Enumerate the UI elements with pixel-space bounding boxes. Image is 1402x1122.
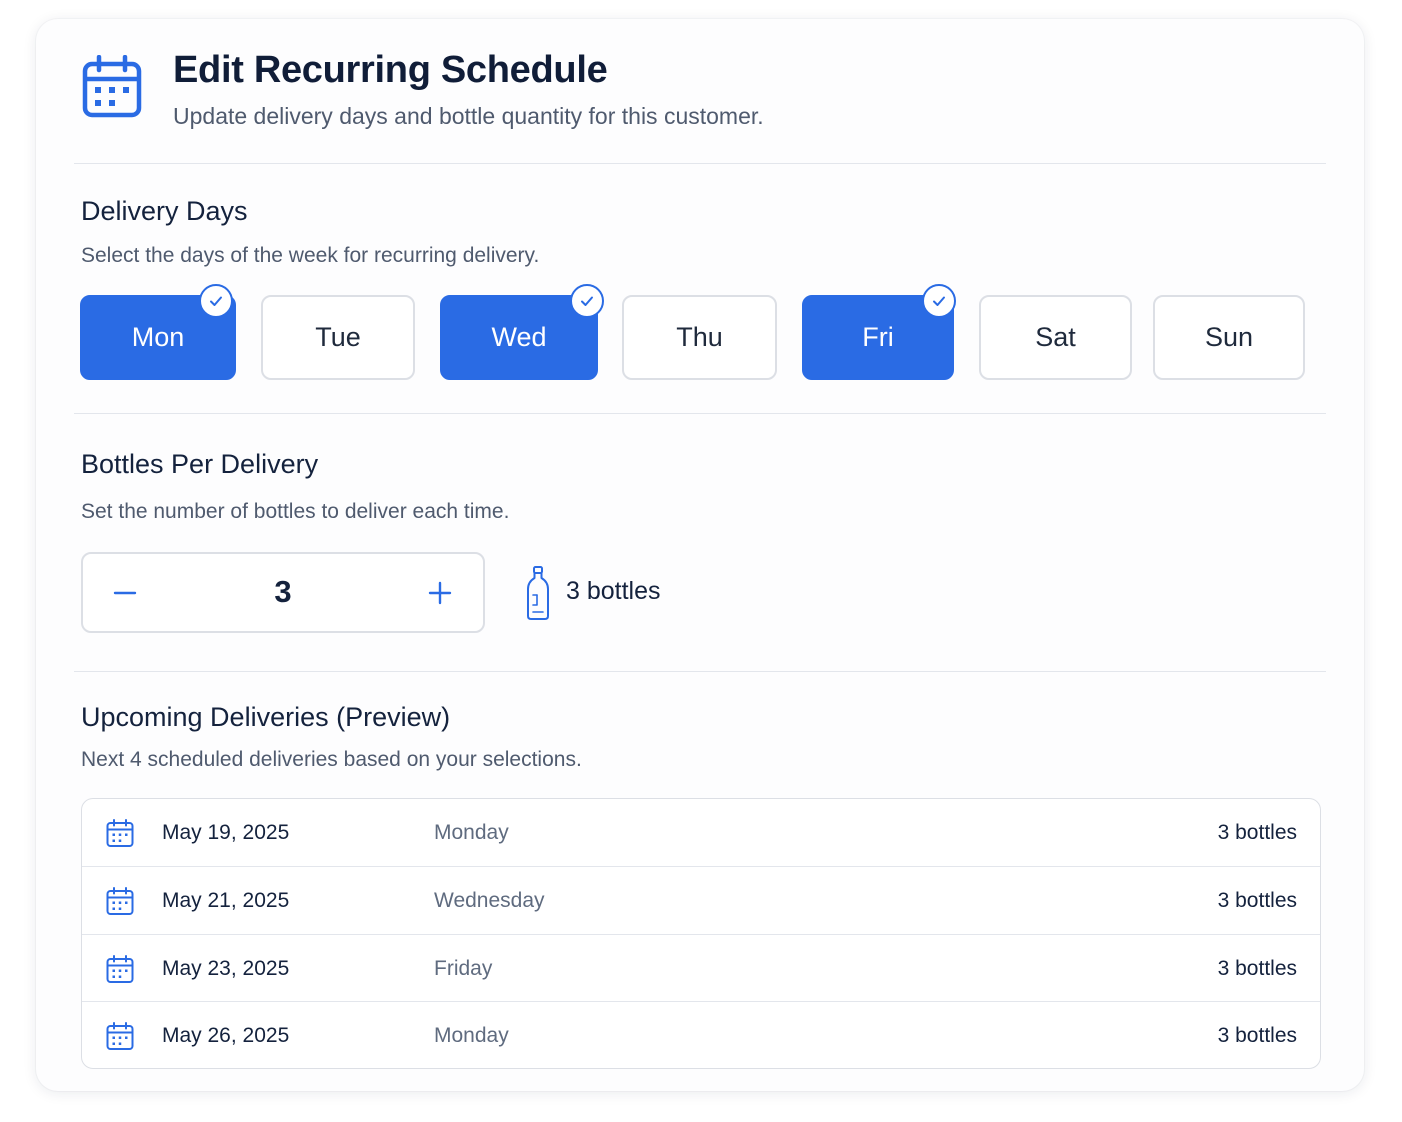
day-label: Sun <box>1204 322 1254 352</box>
delivery-weekday: Monday <box>434 821 509 844</box>
increment-button[interactable] <box>415 568 465 618</box>
divider <box>74 163 1326 164</box>
delivery-days-description: Select the days of the week for recurrin… <box>81 244 540 267</box>
delivery-weekday: Wednesday <box>434 889 545 912</box>
divider <box>74 413 1326 414</box>
decrement-button[interactable] <box>100 568 150 618</box>
minus-icon <box>113 591 137 595</box>
calendar-icon <box>106 819 134 847</box>
page-title: Edit Recurring Schedule <box>173 49 608 91</box>
quantity-stepper: 3 <box>81 552 485 633</box>
delivery-quantity: 3 bottles <box>1217 957 1297 980</box>
day-toggle-sun[interactable]: Sun <box>1153 295 1305 380</box>
page-subtitle: Update delivery days and bottle quantity… <box>173 103 764 129</box>
delivery-weekday: Monday <box>434 1024 509 1047</box>
delivery-date: May 19, 2025 <box>162 821 290 844</box>
check-icon <box>199 284 233 318</box>
delivery-date: May 23, 2025 <box>162 957 290 980</box>
day-label: Mon <box>131 322 185 352</box>
table-row: May 21, 2025 Wednesday 3 bottles <box>82 866 1320 933</box>
table-row: May 26, 2025 Monday 3 bottles <box>82 1001 1320 1068</box>
day-label: Thu <box>676 322 723 352</box>
day-label: Tue <box>315 322 361 352</box>
delivery-date: May 21, 2025 <box>162 889 290 912</box>
delivery-weekday: Friday <box>434 957 493 980</box>
day-toggle-sat[interactable]: Sat <box>979 295 1132 380</box>
calendar-icon <box>106 955 134 983</box>
upcoming-description: Next 4 scheduled deliveries based on you… <box>81 748 582 771</box>
divider <box>74 671 1326 672</box>
bottles-title: Bottles Per Delivery <box>81 449 319 479</box>
upcoming-title: Upcoming Deliveries (Preview) <box>81 702 451 732</box>
calendar-icon <box>106 1022 134 1050</box>
bottle-count-summary: 3 bottles <box>566 577 661 605</box>
day-toggle-wed[interactable]: Wed <box>440 284 604 380</box>
plus-icon <box>428 581 452 605</box>
edit-schedule-card: Edit Recurring Schedule Update delivery … <box>36 19 1364 1091</box>
bottle-icon <box>527 566 549 620</box>
delivery-days-title: Delivery Days <box>81 196 248 226</box>
day-toggle-fri[interactable]: Fri <box>802 284 956 380</box>
upcoming-deliveries-table: May 19, 2025 Monday 3 bottles May 21, 20… <box>81 798 1321 1069</box>
day-toggle-thu[interactable]: Thu <box>622 295 777 380</box>
quantity-value[interactable]: 3 <box>233 574 333 610</box>
day-label: Sat <box>1035 322 1076 352</box>
day-label: Wed <box>491 322 547 352</box>
table-row: May 23, 2025 Friday 3 bottles <box>82 934 1320 1001</box>
delivery-date: May 26, 2025 <box>162 1024 290 1047</box>
delivery-quantity: 3 bottles <box>1217 1024 1297 1047</box>
check-icon <box>922 284 956 318</box>
table-row: May 19, 2025 Monday 3 bottles <box>82 799 1320 866</box>
check-icon <box>570 284 604 318</box>
day-label: Fri <box>862 322 894 352</box>
day-toggle-mon[interactable]: Mon <box>80 284 236 380</box>
delivery-quantity: 3 bottles <box>1217 889 1297 912</box>
bottles-description: Set the number of bottles to deliver eac… <box>81 500 510 523</box>
day-toggle-tue[interactable]: Tue <box>261 295 415 380</box>
calendar-icon <box>82 55 142 118</box>
calendar-icon <box>106 887 134 915</box>
delivery-quantity: 3 bottles <box>1217 821 1297 844</box>
